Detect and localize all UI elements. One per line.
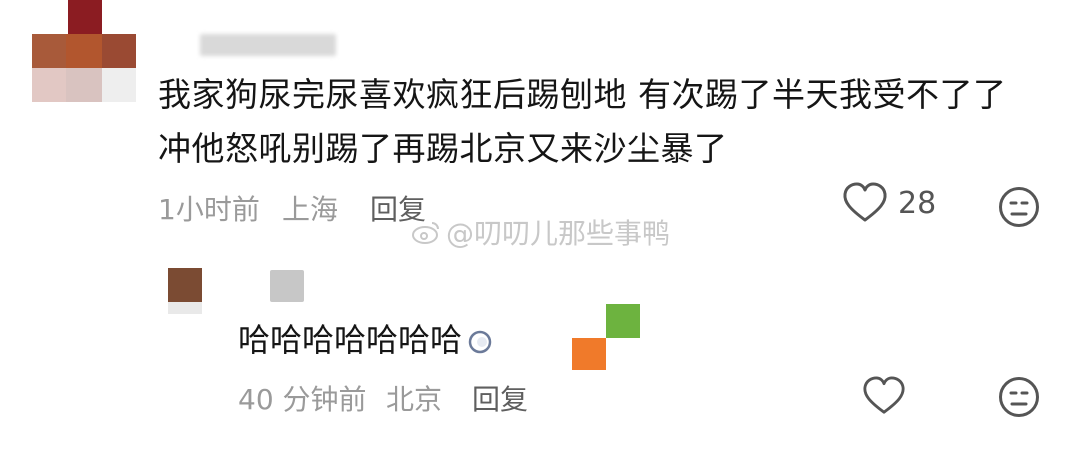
dislike-button[interactable] <box>998 376 1040 418</box>
meh-face-icon <box>998 186 1040 228</box>
like-button[interactable] <box>862 376 906 416</box>
comment-time: 1小时前 <box>158 193 260 226</box>
mosaic-block <box>572 338 606 370</box>
mosaic-block <box>606 304 640 338</box>
reply-username[interactable] <box>270 270 304 302</box>
weibo-logo-icon <box>412 219 442 245</box>
comment-location: 上海 <box>282 193 339 226</box>
comment-line: 冲他怒吼别踢了再踢北京又来沙尘暴了 <box>158 129 728 168</box>
comment-location: 北京 <box>386 383 443 416</box>
emoji-icon <box>468 330 492 354</box>
reply-avatar[interactable] <box>168 268 238 314</box>
comment-body: 我家狗尿完尿喜欢疯狂后踢刨地 有次踢了半天我受不了了 冲他怒吼别踢了再踢北京又来… <box>158 68 1038 176</box>
comment-line: 哈哈哈哈哈哈哈 <box>238 321 463 359</box>
commenter-username[interactable] <box>200 34 336 56</box>
dislike-button[interactable] <box>998 186 1040 228</box>
reply-body: 哈哈哈哈哈哈哈 <box>238 318 492 362</box>
meh-face-icon <box>998 376 1040 418</box>
reply-button[interactable]: 回复 <box>472 378 528 418</box>
like-count: 28 <box>898 185 937 221</box>
watermark: @叨叨儿那些事鸭 <box>412 212 670 252</box>
like-button[interactable]: 28 <box>842 182 936 224</box>
commenter-avatar[interactable] <box>32 0 136 102</box>
heart-outline-icon <box>842 182 888 224</box>
heart-outline-icon <box>862 376 906 416</box>
comment-line: 我家狗尿完尿喜欢疯狂后踢刨地 有次踢了半天我受不了了 <box>158 75 1007 114</box>
watermark-text: @叨叨儿那些事鸭 <box>446 217 671 250</box>
comment-time: 40 分钟前 <box>238 383 367 416</box>
